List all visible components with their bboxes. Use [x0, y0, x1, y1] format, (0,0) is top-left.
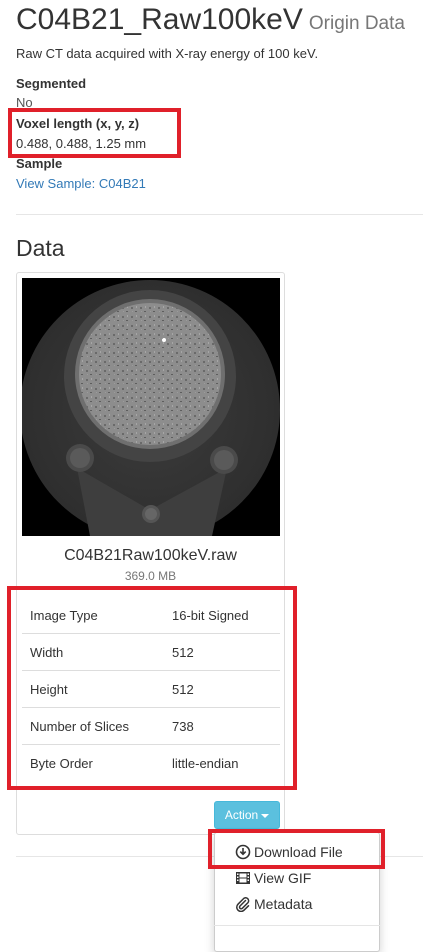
menu-item-label: Download File [254, 844, 343, 860]
menu-item-metadata[interactable]: Metadata [235, 893, 312, 915]
voxel-length-value: 0.488, 0.488, 1.25 mm [16, 136, 147, 151]
table-row: Height 512 [22, 670, 280, 708]
paperclip-icon [235, 896, 251, 913]
width-key: Width [22, 633, 164, 671]
ct-slice-thumbnail[interactable] [20, 278, 280, 540]
slices-key: Number of Slices [22, 707, 164, 745]
page-title: C04B21_Raw100keV Origin Data [16, 0, 405, 44]
view-sample-link[interactable]: View Sample: C04B21 [16, 175, 146, 193]
width-value: 512 [164, 633, 280, 671]
voxel-length-label: Voxel length (x, y, z) [16, 116, 140, 131]
height-key: Height [22, 670, 164, 708]
menu-item-label: View GIF [254, 870, 312, 886]
slices-value: 738 [164, 707, 280, 745]
image-type-value: 16-bit Signed [172, 607, 249, 623]
table-row: Number of Slices 738 [22, 707, 280, 745]
download-icon [235, 844, 251, 860]
caret-down-icon [261, 813, 270, 818]
page-subtitle: Origin Data [308, 13, 405, 34]
data-section-title: Data [16, 235, 65, 261]
action-dropdown-menu: Download File View GIF Metadata [214, 832, 380, 952]
menu-item-download-file[interactable]: Download File [235, 841, 343, 863]
file-size: 369.0 MB [124, 569, 177, 583]
image-type-key: Image Type [30, 607, 98, 623]
table-row: Width 512 [22, 633, 280, 671]
file-name[interactable]: C04B21Raw100keV.raw [16, 545, 285, 567]
menu-divider [214, 925, 380, 926]
segmented-label: Segmented [16, 76, 87, 91]
menu-item-label: Metadata [254, 896, 313, 912]
file-info-table: Image Type 16-bit Signed Width 512 Heigh… [22, 597, 280, 781]
table-row: Byte Order little-endian [22, 744, 280, 781]
sample-label: Sample [16, 156, 63, 171]
byte-order-key: Byte Order [22, 744, 164, 781]
table-row: Image Type 16-bit Signed [22, 597, 280, 634]
film-icon [235, 870, 251, 886]
segmented-value: No [16, 95, 33, 110]
page-description: Raw CT data acquired with X-ray energy o… [16, 46, 319, 61]
action-button-label: Action [224, 808, 259, 822]
menu-item-view-gif[interactable]: View GIF [235, 867, 311, 889]
byte-order-value: little-endian [164, 744, 280, 781]
section-divider [16, 214, 423, 215]
action-dropdown-button[interactable]: Action [214, 801, 280, 829]
height-value: 512 [164, 670, 280, 708]
page-title-text: C04B21_Raw100keV [16, 3, 303, 36]
ct-slice-image [20, 278, 280, 540]
